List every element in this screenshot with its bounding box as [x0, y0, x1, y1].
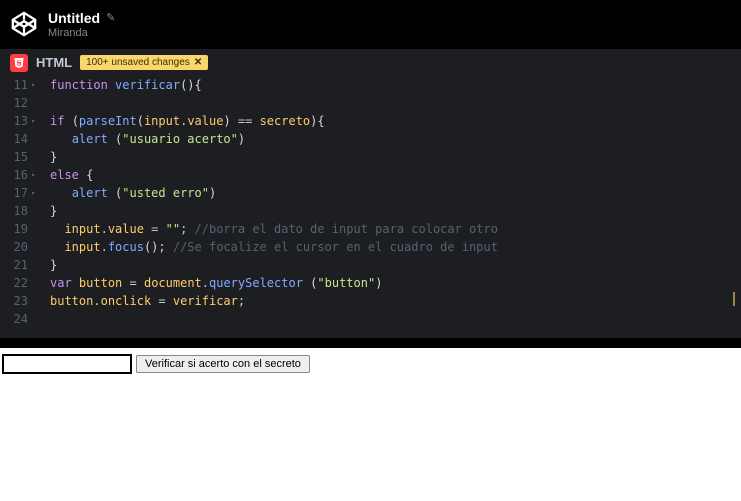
- html-panel-header: HTML 100+ unsaved changes ✕: [0, 48, 741, 76]
- code-editor[interactable]: 1112131415161718192021222324 function ve…: [0, 76, 741, 338]
- dismiss-unsaved-icon[interactable]: ✕: [194, 57, 202, 68]
- codepen-logo[interactable]: [10, 10, 38, 38]
- pen-author[interactable]: Miranda: [48, 27, 115, 39]
- cursor-indicator: [733, 292, 735, 306]
- pane-separator[interactable]: [0, 338, 741, 348]
- app-header: Untitled ✎ Miranda: [0, 0, 741, 48]
- html-icon: [10, 54, 28, 72]
- unsaved-changes-badge: 100+ unsaved changes ✕: [80, 55, 208, 70]
- secret-input[interactable]: [2, 354, 132, 374]
- panel-label: HTML: [36, 55, 72, 70]
- pen-title[interactable]: Untitled: [48, 10, 100, 26]
- unsaved-text: 100+ unsaved changes: [86, 57, 190, 68]
- edit-title-icon[interactable]: ✎: [106, 11, 115, 24]
- output-preview: Verificar si acerto con el secreto: [0, 348, 741, 380]
- line-gutter: 1112131415161718192021222324: [0, 76, 36, 338]
- code-content[interactable]: function verificar(){ if (parseInt(input…: [36, 76, 741, 338]
- verify-button[interactable]: Verificar si acerto con el secreto: [136, 355, 310, 373]
